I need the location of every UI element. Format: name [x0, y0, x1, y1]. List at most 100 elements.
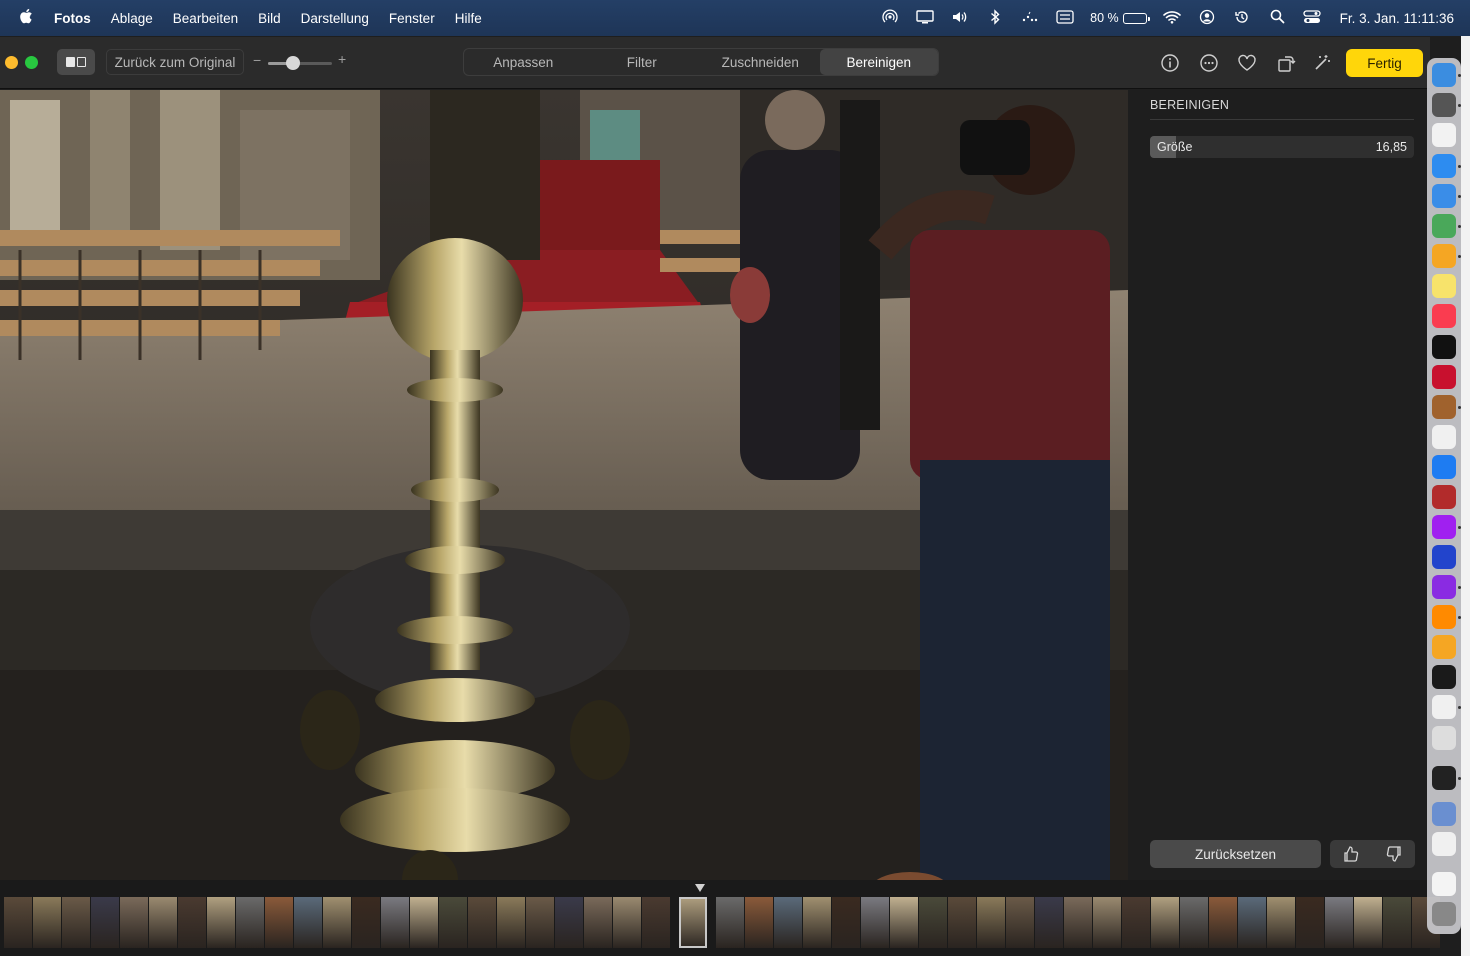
- keyboard-icon[interactable]: [1047, 9, 1082, 27]
- menu-app-fotos[interactable]: Fotos: [52, 11, 101, 26]
- dock-pages-icon[interactable]: [1432, 635, 1456, 659]
- filmstrip-thumbnail[interactable]: [832, 897, 860, 948]
- thumbs-up-icon[interactable]: [1330, 840, 1373, 868]
- menu-fenster[interactable]: Fenster: [379, 11, 445, 26]
- spotlight-icon[interactable]: [1260, 9, 1295, 27]
- control-icon[interactable]: [1012, 10, 1047, 26]
- dock-disk-utility-icon[interactable]: [1432, 726, 1456, 750]
- menu-hilfe[interactable]: Hilfe: [445, 11, 492, 26]
- dock-podcasts-icon[interactable]: [1432, 575, 1456, 599]
- filmstrip-thumbnail[interactable]: [1180, 897, 1208, 948]
- dock-photos-icon[interactable]: [1432, 244, 1456, 268]
- menu-ablage[interactable]: Ablage: [101, 11, 163, 26]
- window-zoom-button[interactable]: [25, 56, 38, 69]
- favorite-heart-icon[interactable]: [1235, 51, 1259, 75]
- filmstrip-thumbnail[interactable]: [803, 897, 831, 948]
- revert-to-original-button[interactable]: Zurück zum Original: [106, 49, 244, 75]
- filmstrip-thumbnail[interactable]: [1093, 897, 1121, 948]
- filmstrip-thumbnail[interactable]: [1035, 897, 1063, 948]
- dock-apple-tv-icon[interactable]: [1432, 335, 1456, 359]
- dock-terminal-icon[interactable]: [1432, 766, 1456, 790]
- dock-mail-icon[interactable]: [1432, 184, 1456, 208]
- filmstrip-thumbnail[interactable]: [91, 897, 119, 948]
- filmstrip-thumbnail[interactable]: [1122, 897, 1150, 948]
- menu-bearbeiten[interactable]: Bearbeiten: [163, 11, 248, 26]
- filmstrip-thumbnail[interactable]: [890, 897, 918, 948]
- dock-finder-icon[interactable]: [1432, 63, 1456, 87]
- filmstrip-thumbnail[interactable]: [439, 897, 467, 948]
- filmstrip-thumbnail[interactable]: [1325, 897, 1353, 948]
- filmstrip-thumbnail[interactable]: [642, 897, 670, 948]
- filmstrip-thumbnail[interactable]: [207, 897, 235, 948]
- compare-original-button[interactable]: [57, 49, 95, 75]
- menu-bild[interactable]: Bild: [248, 11, 291, 26]
- filmstrip-thumbnail[interactable]: [1209, 897, 1237, 948]
- filmstrip-thumbnail[interactable]: [265, 897, 293, 948]
- filmstrip-thumbnail[interactable]: [1383, 897, 1411, 948]
- bluetooth-icon[interactable]: [977, 8, 1012, 28]
- tab-filter[interactable]: Filter: [583, 49, 702, 75]
- filmstrip-thumbnail[interactable]: [584, 897, 612, 948]
- airdrop-icon[interactable]: [872, 9, 907, 28]
- brush-size-slider[interactable]: Größe 16,85: [1150, 136, 1414, 158]
- filmstrip-thumbnail[interactable]: [948, 897, 976, 948]
- zoom-in-label[interactable]: +: [338, 51, 346, 67]
- volume-icon[interactable]: [942, 10, 977, 27]
- dock-affinity-icon[interactable]: [1432, 365, 1456, 389]
- dock-calendar-icon[interactable]: [1432, 123, 1456, 147]
- wifi-icon[interactable]: [1155, 10, 1190, 27]
- filmstrip-thumbnail[interactable]: [1354, 897, 1382, 948]
- tab-bereinigen[interactable]: Bereinigen: [819, 49, 938, 75]
- control-center-icon[interactable]: [1295, 9, 1330, 27]
- dock-launchpad-icon[interactable]: [1432, 93, 1456, 117]
- filmstrip-thumbnail[interactable]: [1238, 897, 1266, 948]
- dock-dictionary-icon[interactable]: [1432, 485, 1456, 509]
- filmstrip-thumbnail[interactable]: [149, 897, 177, 948]
- filmstrip-thumbnail[interactable]: [497, 897, 525, 948]
- dock-perplexity-icon[interactable]: [1432, 665, 1456, 689]
- zoom-out-label[interactable]: −: [253, 52, 261, 68]
- filmstrip-thumbnail[interactable]: [613, 897, 641, 948]
- filmstrip-thumbnail[interactable]: [178, 897, 206, 948]
- filmstrip-thumbnail[interactable]: [919, 897, 947, 948]
- dock-app-store-icon[interactable]: [1432, 455, 1456, 479]
- dock-document-icon[interactable]: [1432, 872, 1456, 896]
- filmstrip-thumbnail[interactable]: [381, 897, 409, 948]
- done-button[interactable]: Fertig: [1346, 49, 1423, 77]
- filmstrip-thumbnail[interactable]: [1006, 897, 1034, 948]
- dock-notes-icon[interactable]: [1432, 274, 1456, 298]
- dock-music-icon[interactable]: [1432, 304, 1456, 328]
- tab-anpassen[interactable]: Anpassen: [464, 49, 583, 75]
- dock-trash-icon[interactable]: [1432, 902, 1456, 926]
- dock-books-icon[interactable]: [1432, 605, 1456, 629]
- rotate-icon[interactable]: [1274, 51, 1298, 75]
- dock-safari-icon[interactable]: [1432, 154, 1456, 178]
- auto-enhance-icon[interactable]: [1310, 51, 1334, 75]
- filmstrip-thumbnail[interactable]: [33, 897, 61, 948]
- filmstrip-thumbnail[interactable]: [4, 897, 32, 948]
- zoom-slider-knob[interactable]: [286, 56, 300, 70]
- filmstrip-thumbnail[interactable]: [526, 897, 554, 948]
- more-options-icon[interactable]: [1197, 51, 1221, 75]
- filmstrip-thumbnail[interactable]: [977, 897, 1005, 948]
- dock-maps-icon[interactable]: [1432, 214, 1456, 238]
- dock-reminders-icon[interactable]: [1432, 425, 1456, 449]
- filmstrip-thumbnail[interactable]: [120, 897, 148, 948]
- time-machine-icon[interactable]: [1225, 9, 1260, 28]
- dock-script-editor-icon[interactable]: [1432, 695, 1456, 719]
- tab-zuschneiden[interactable]: Zuschneiden: [701, 49, 820, 75]
- dock-archive-utility-icon[interactable]: [1432, 832, 1456, 856]
- filmstrip-thumbnail[interactable]: [352, 897, 380, 948]
- apple-menu-icon[interactable]: [0, 8, 52, 29]
- dock-feedback-icon[interactable]: [1432, 515, 1456, 539]
- filmstrip-thumbnail[interactable]: [745, 897, 773, 948]
- menubar-clock[interactable]: Fr. 3. Jan. 11:11:36: [1330, 11, 1454, 26]
- window-minimize-button[interactable]: [5, 56, 18, 69]
- filmstrip-thumbnail[interactable]: [716, 897, 744, 948]
- filmstrip-thumbnail[interactable]: [294, 897, 322, 948]
- filmstrip-thumbnail[interactable]: [679, 897, 707, 948]
- filmstrip-thumbnail[interactable]: [323, 897, 351, 948]
- user-icon[interactable]: [1190, 9, 1225, 28]
- dock-bear-icon[interactable]: [1432, 395, 1456, 419]
- filmstrip-thumbnail[interactable]: [774, 897, 802, 948]
